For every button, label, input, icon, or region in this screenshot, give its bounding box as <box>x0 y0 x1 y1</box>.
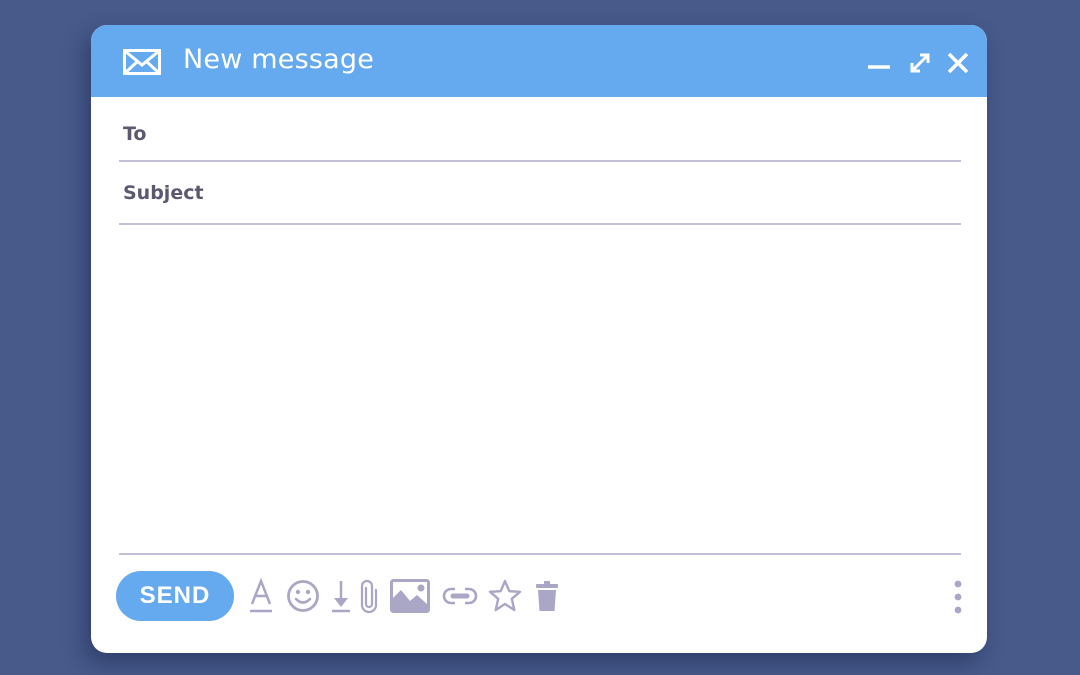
star-button[interactable] <box>488 578 522 614</box>
download-icon <box>332 581 350 613</box>
image-icon <box>390 579 430 613</box>
title-bar: New message <box>91 25 987 97</box>
expand-icon <box>910 53 930 73</box>
send-button[interactable]: SEND <box>116 571 234 621</box>
emoji-icon <box>287 580 319 612</box>
insert-link-button[interactable] <box>442 578 478 614</box>
text-format-button[interactable] <box>248 578 274 614</box>
trash-icon <box>536 581 558 611</box>
subject-field: Subject <box>119 161 961 225</box>
attachment-icon <box>360 579 378 614</box>
star-icon <box>488 579 522 612</box>
download-button[interactable] <box>331 578 351 614</box>
attachment-button[interactable] <box>360 578 378 614</box>
link-icon <box>442 587 478 605</box>
to-field: To <box>119 97 961 162</box>
expand-button[interactable] <box>908 51 932 75</box>
minimize-button[interactable] <box>867 51 891 75</box>
more-vertical-icon <box>954 580 962 614</box>
insert-image-button[interactable] <box>390 578 430 614</box>
emoji-button[interactable] <box>286 578 320 614</box>
close-icon <box>947 52 969 74</box>
text-format-icon <box>250 578 272 613</box>
envelope-icon <box>123 49 161 75</box>
delete-button[interactable] <box>535 578 559 614</box>
minimize-icon <box>868 65 890 69</box>
to-label: To <box>123 123 147 145</box>
subject-input[interactable] <box>229 161 961 223</box>
more-options-button[interactable] <box>949 578 967 616</box>
compose-window: New message To Subject SEND <box>91 25 987 653</box>
window-title: New message <box>183 44 375 75</box>
to-input[interactable] <box>229 97 961 160</box>
close-button[interactable] <box>946 51 970 75</box>
message-body-input[interactable] <box>119 225 961 555</box>
subject-label: Subject <box>123 182 204 204</box>
